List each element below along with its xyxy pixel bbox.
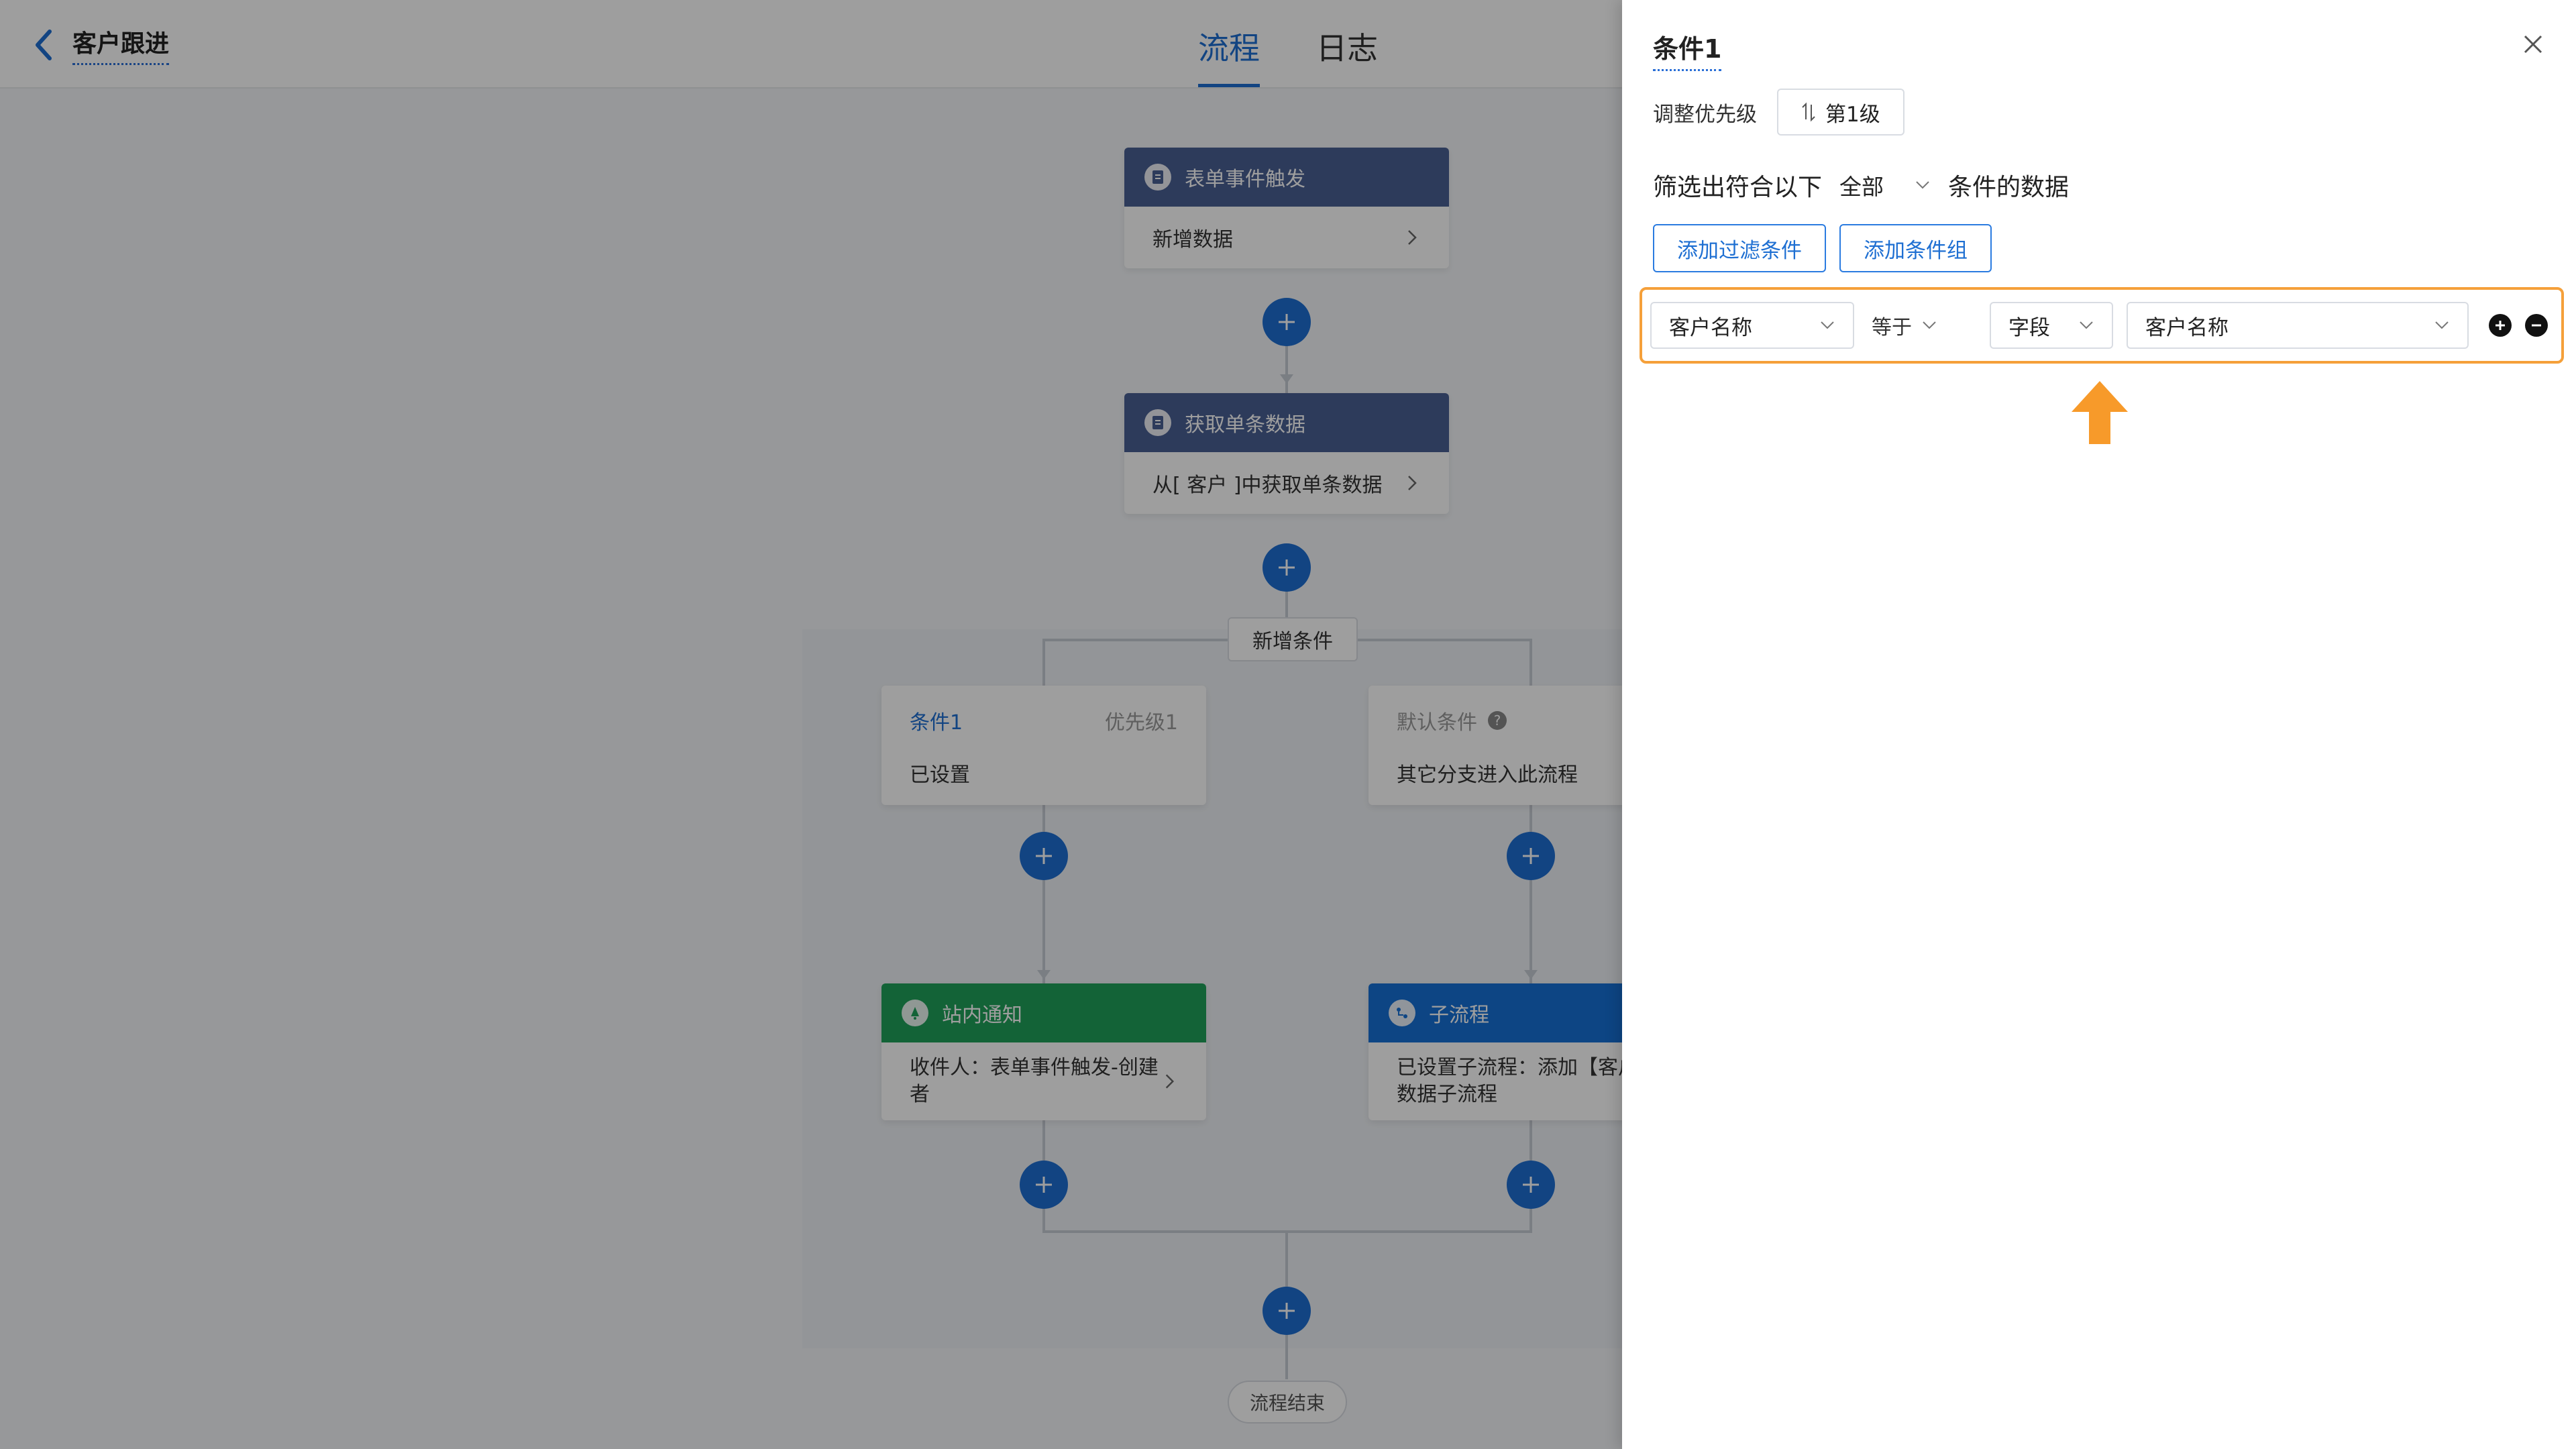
sort-icon	[1802, 102, 1815, 122]
arrow-up-icon	[2072, 381, 2128, 444]
value-type-select[interactable]: 字段	[1990, 302, 2113, 349]
chevron-down-icon	[1916, 181, 1929, 189]
add-row-button[interactable]	[2489, 314, 2512, 337]
filter-prefix: 筛选出符合以下	[1653, 174, 1823, 201]
operator-select[interactable]: 等于	[1872, 302, 1937, 349]
condition-panel: 条件1 调整优先级 第1级 筛选出符合以下 全部 条件的数据 添加过滤条件 添加…	[1622, 0, 2576, 1449]
field-value: 客户名称	[1669, 315, 1752, 340]
value-type: 字段	[2008, 315, 2050, 340]
chevron-down-icon	[1821, 321, 1834, 329]
chevron-down-icon	[2435, 321, 2449, 329]
operator-value: 等于	[1872, 316, 1912, 339]
filter-scope-value: 全部	[1839, 174, 1884, 200]
minus-icon	[2532, 324, 2541, 327]
value-value: 客户名称	[2145, 315, 2229, 340]
filter-condition-row: 客户名称 等于 字段 客户名称	[1640, 287, 2564, 364]
priority-label: 调整优先级	[1653, 102, 1757, 127]
field-select[interactable]: 客户名称	[1650, 302, 1854, 349]
close-icon[interactable]	[2518, 30, 2548, 59]
plus-icon	[2496, 321, 2505, 330]
priority-row: 调整优先级 第1级	[1653, 89, 1904, 136]
add-filter-button[interactable]: 添加过滤条件	[1653, 224, 1826, 272]
chevron-down-icon	[1923, 321, 1936, 329]
priority-button[interactable]: 第1级	[1777, 89, 1904, 136]
remove-row-button[interactable]	[2525, 314, 2548, 337]
filter-scope-select[interactable]: 全部	[1839, 169, 1931, 201]
chevron-down-icon	[2080, 321, 2093, 329]
filter-scope-row: 筛选出符合以下 全部 条件的数据	[1653, 168, 2069, 203]
panel-title: 条件1	[1653, 28, 1722, 71]
filter-actions: 添加过滤条件 添加条件组	[1653, 224, 1992, 272]
modal-overlay[interactable]	[0, 0, 1622, 1449]
priority-value: 第1级	[1825, 102, 1880, 127]
value-select[interactable]: 客户名称	[2127, 302, 2469, 349]
filter-suffix: 条件的数据	[1948, 174, 2070, 201]
add-group-button[interactable]: 添加条件组	[1839, 224, 1992, 272]
